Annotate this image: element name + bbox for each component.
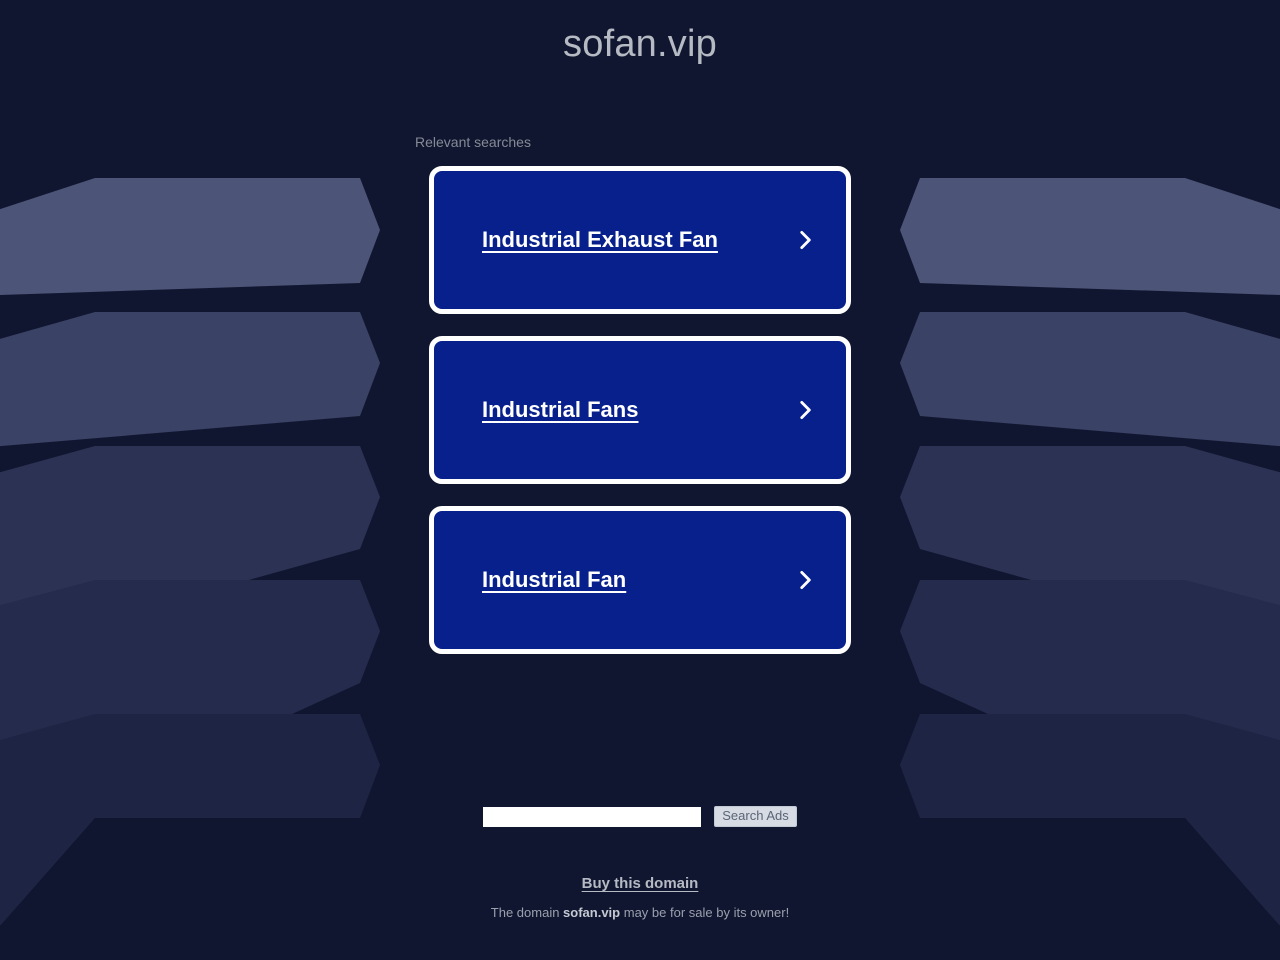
chevron-right-icon [792, 227, 818, 253]
ad-card-title: Industrial Fans [482, 397, 639, 422]
buy-this-domain-link[interactable]: Buy this domain [582, 874, 699, 894]
footer-note: The domain sofan.vip may be for sale by … [0, 904, 1280, 921]
ad-card-title: Industrial Exhaust Fan [482, 227, 718, 252]
footer-note-prefix: The domain [490, 905, 564, 920]
search-ads-button[interactable]: Search Ads [714, 806, 797, 827]
ad-list: Industrial Exhaust Fan Industrial Fans I… [429, 166, 851, 654]
ad-card-title: Industrial Fan [482, 567, 627, 592]
relevant-searches-label: Relevant searches [415, 134, 531, 150]
footer: Buy this domain The domain sofan.vip may… [0, 874, 1280, 921]
ad-card-1[interactable]: Industrial Exhaust Fan [429, 166, 851, 314]
chevron-right-icon [792, 567, 818, 593]
footer-note-domain: sofan.vip [563, 905, 621, 920]
parking-page: sofan.vip Relevant searches Industrial E… [0, 0, 1280, 960]
chevron-right-icon [792, 397, 818, 423]
search-input[interactable] [483, 806, 702, 827]
ad-card-2[interactable]: Industrial Fans [429, 336, 851, 484]
page-title: sofan.vip [563, 23, 717, 65]
footer-note-suffix: may be for sale by its owner! [620, 905, 790, 920]
search-row: Search Ads [0, 806, 1280, 827]
ad-card-3[interactable]: Industrial Fan [429, 506, 851, 654]
